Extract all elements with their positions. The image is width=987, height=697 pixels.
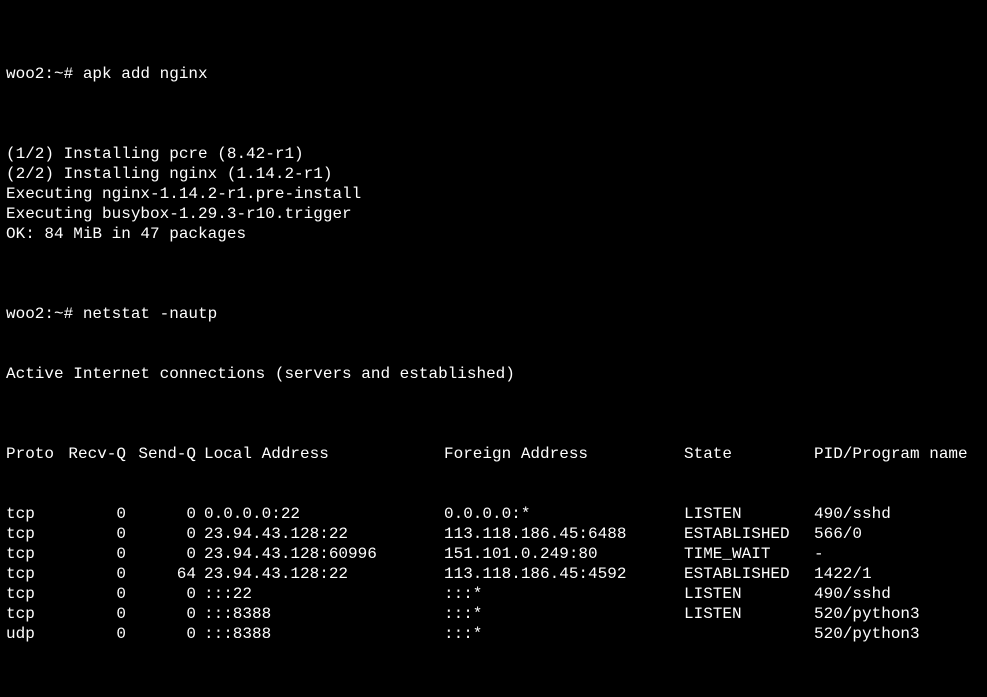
cell-local: 23.94.43.128:22 [196, 524, 444, 544]
cell-state [684, 624, 814, 644]
cell-pid: 1422/1 [814, 564, 981, 584]
col-recvq: Recv-Q [61, 444, 126, 464]
cell-local: 23.94.43.128:60996 [196, 544, 444, 564]
cell-recvq: 0 [61, 624, 126, 644]
cell-local: :::8388 [196, 624, 444, 644]
cell-recvq: 0 [61, 544, 126, 564]
cell-local: 23.94.43.128:22 [196, 564, 444, 584]
cell-foreign: :::* [444, 624, 684, 644]
table-row: tcp000.0.0.0:220.0.0.0:*LISTEN490/sshd [6, 504, 981, 524]
cell-sendq: 0 [126, 504, 196, 524]
cell-proto: tcp [6, 524, 61, 544]
table-row: udp00:::8388:::*520/python3 [6, 624, 981, 644]
cell-sendq: 0 [126, 544, 196, 564]
cell-pid: - [814, 544, 981, 564]
col-state: State [684, 444, 814, 464]
cell-recvq: 0 [61, 524, 126, 544]
table-row: tcp06423.94.43.128:22113.118.186.45:4592… [6, 564, 981, 584]
cell-recvq: 0 [61, 604, 126, 624]
cell-pid: 566/0 [814, 524, 981, 544]
cmd-line: woo2:~# apk add nginx [6, 64, 981, 84]
prompt: woo2:~# [6, 305, 83, 323]
cell-pid: 520/python3 [814, 624, 981, 644]
col-foreign: Foreign Address [444, 444, 684, 464]
cell-state: LISTEN [684, 504, 814, 524]
cell-local: :::8388 [196, 604, 444, 624]
output-line: Executing nginx-1.14.2-r1.pre-install [6, 184, 981, 204]
table-row: tcp00:::8388:::*LISTEN520/python3 [6, 604, 981, 624]
netstat-title: Active Internet connections (servers and… [6, 364, 981, 384]
cell-state: TIME_WAIT [684, 544, 814, 564]
cell-sendq: 0 [126, 624, 196, 644]
cell-proto: tcp [6, 504, 61, 524]
output-line: (1/2) Installing pcre (8.42-r1) [6, 144, 981, 164]
col-sendq: Send-Q [126, 444, 196, 464]
cell-state: LISTEN [684, 584, 814, 604]
table-header: ProtoRecv-QSend-QLocal AddressForeign Ad… [6, 444, 981, 464]
col-local: Local Address [196, 444, 444, 464]
table-row: tcp0023.94.43.128:60996151.101.0.249:80T… [6, 544, 981, 564]
cell-proto: tcp [6, 604, 61, 624]
cell-state: ESTABLISHED [684, 524, 814, 544]
cell-recvq: 0 [61, 584, 126, 604]
output-line: Executing busybox-1.29.3-r10.trigger [6, 204, 981, 224]
cell-pid: 520/python3 [814, 604, 981, 624]
output-line: OK: 84 MiB in 47 packages [6, 224, 981, 244]
cell-state: LISTEN [684, 604, 814, 624]
cell-proto: tcp [6, 564, 61, 584]
cell-proto: tcp [6, 584, 61, 604]
cell-sendq: 0 [126, 524, 196, 544]
output-line: (2/2) Installing nginx (1.14.2-r1) [6, 164, 981, 184]
cell-recvq: 0 [61, 504, 126, 524]
cell-sendq: 0 [126, 604, 196, 624]
cell-foreign: 151.101.0.249:80 [444, 544, 684, 564]
table-row: tcp0023.94.43.128:22113.118.186.45:6488E… [6, 524, 981, 544]
terminal[interactable]: woo2:~# apk add nginx (1/2) Installing p… [0, 0, 987, 697]
cell-pid: 490/sshd [814, 504, 981, 524]
cell-foreign: 113.118.186.45:6488 [444, 524, 684, 544]
cell-foreign: 113.118.186.45:4592 [444, 564, 684, 584]
cell-recvq: 0 [61, 564, 126, 584]
cell-sendq: 0 [126, 584, 196, 604]
cell-proto: udp [6, 624, 61, 644]
cell-local: :::22 [196, 584, 444, 604]
cmd-line: woo2:~# netstat -nautp [6, 304, 981, 324]
command-text: apk add nginx [83, 65, 208, 83]
cell-local: 0.0.0.0:22 [196, 504, 444, 524]
col-pid: PID/Program name [814, 444, 981, 464]
cell-sendq: 64 [126, 564, 196, 584]
prompt: woo2:~# [6, 65, 83, 83]
col-proto: Proto [6, 444, 61, 464]
cell-proto: tcp [6, 544, 61, 564]
cell-foreign: :::* [444, 584, 684, 604]
cell-foreign: :::* [444, 604, 684, 624]
command-text: netstat -nautp [83, 305, 217, 323]
cell-state: ESTABLISHED [684, 564, 814, 584]
cell-pid: 490/sshd [814, 584, 981, 604]
table-row: tcp00:::22:::*LISTEN490/sshd [6, 584, 981, 604]
cell-foreign: 0.0.0.0:* [444, 504, 684, 524]
